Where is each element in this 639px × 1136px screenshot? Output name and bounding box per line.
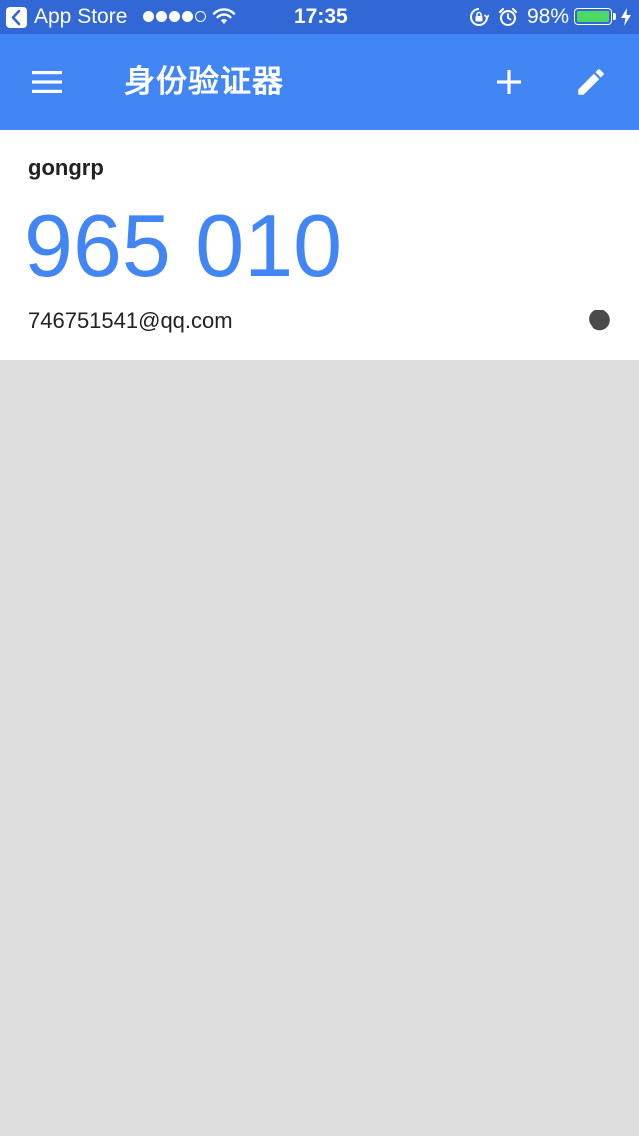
battery-percent: 98% [527, 5, 570, 28]
battery-icon [574, 8, 612, 25]
battery-tip [613, 13, 616, 20]
edit-pencil-icon[interactable] [574, 65, 608, 99]
add-icon[interactable] [493, 66, 525, 98]
wifi-icon [212, 8, 236, 24]
account-issuer: gongrp [28, 155, 104, 180]
alarm-icon [499, 8, 517, 26]
app-bar: 身份验证器 [0, 34, 639, 130]
menu-icon[interactable] [30, 68, 64, 96]
signal-dot [182, 11, 193, 22]
signal-dot [195, 11, 206, 22]
back-chevron-icon[interactable] [6, 7, 27, 28]
rotation-lock-icon [470, 8, 489, 26]
signal-dot [143, 11, 154, 22]
charging-bolt-icon [621, 8, 631, 26]
battery-level [577, 11, 609, 22]
signal-dot [156, 11, 167, 22]
account-card[interactable]: gongrp 965 010 746751541@qq.com [0, 130, 639, 360]
page-title: 身份验证器 [124, 64, 284, 99]
countdown-timer-icon [589, 310, 610, 331]
back-to-app-label[interactable]: App Store [34, 5, 127, 29]
account-email: 746751541@qq.com [28, 308, 233, 333]
verification-code[interactable]: 965 010 [24, 196, 342, 296]
signal-dot [169, 11, 180, 22]
status-time: 17:35 [294, 5, 348, 28]
status-bar: App Store 17:35 98% [0, 0, 639, 34]
signal-strength-icon [143, 11, 206, 23]
